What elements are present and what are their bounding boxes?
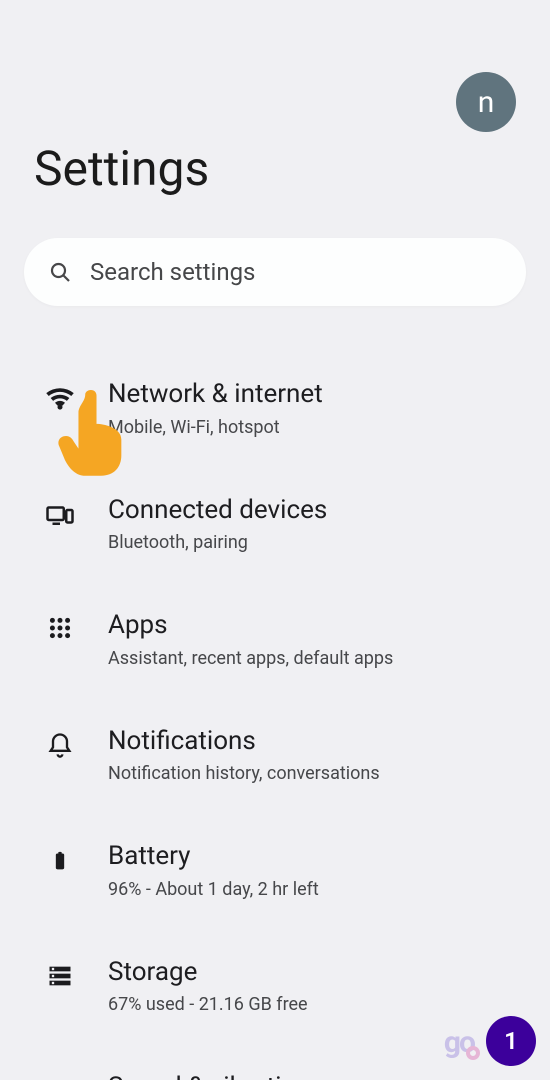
item-subtitle: Bluetooth, pairing xyxy=(108,532,526,553)
item-title: Apps xyxy=(108,609,526,642)
wifi-icon xyxy=(44,378,76,414)
item-subtitle: 67% used - 21.16 GB free xyxy=(108,994,526,1015)
item-subtitle: Assistant, recent apps, default apps xyxy=(108,648,526,669)
settings-item-connected-devices[interactable]: Connected devices Bluetooth, pairing xyxy=(0,466,550,582)
profile-avatar[interactable]: n xyxy=(456,72,516,132)
search-placeholder: Search settings xyxy=(90,258,255,286)
page-title: Settings xyxy=(34,140,209,197)
watermark-logo: go xyxy=(444,1025,474,1060)
settings-list: Network & internet Mobile, Wi-Fi, hotspo… xyxy=(0,350,550,1080)
item-title: Storage xyxy=(108,956,526,989)
apps-icon xyxy=(44,609,76,641)
step-badge[interactable]: 1 xyxy=(486,1016,536,1066)
storage-icon xyxy=(44,956,76,990)
settings-item-apps[interactable]: Apps Assistant, recent apps, default app… xyxy=(0,581,550,697)
item-title: Connected devices xyxy=(108,494,526,527)
item-subtitle: Mobile, Wi-Fi, hotspot xyxy=(108,417,526,438)
settings-item-notifications[interactable]: Notifications Notification history, conv… xyxy=(0,697,550,813)
devices-icon xyxy=(44,494,76,530)
search-settings[interactable]: Search settings xyxy=(24,238,526,306)
item-subtitle: 96% - About 1 day, 2 hr left xyxy=(108,879,526,900)
search-icon xyxy=(48,260,72,284)
item-title: Battery xyxy=(108,840,526,873)
battery-icon xyxy=(44,840,76,876)
bell-icon xyxy=(44,725,76,759)
item-title: Sound & vibration xyxy=(108,1071,526,1080)
item-title: Network & internet xyxy=(108,378,526,411)
settings-item-network[interactable]: Network & internet Mobile, Wi-Fi, hotspo… xyxy=(0,350,550,466)
item-title: Notifications xyxy=(108,725,526,758)
item-subtitle: Notification history, conversations xyxy=(108,763,526,784)
step-number: 1 xyxy=(504,1027,518,1055)
avatar-letter: n xyxy=(478,85,495,120)
settings-item-battery[interactable]: Battery 96% - About 1 day, 2 hr left xyxy=(0,812,550,928)
volume-icon xyxy=(44,1071,76,1080)
